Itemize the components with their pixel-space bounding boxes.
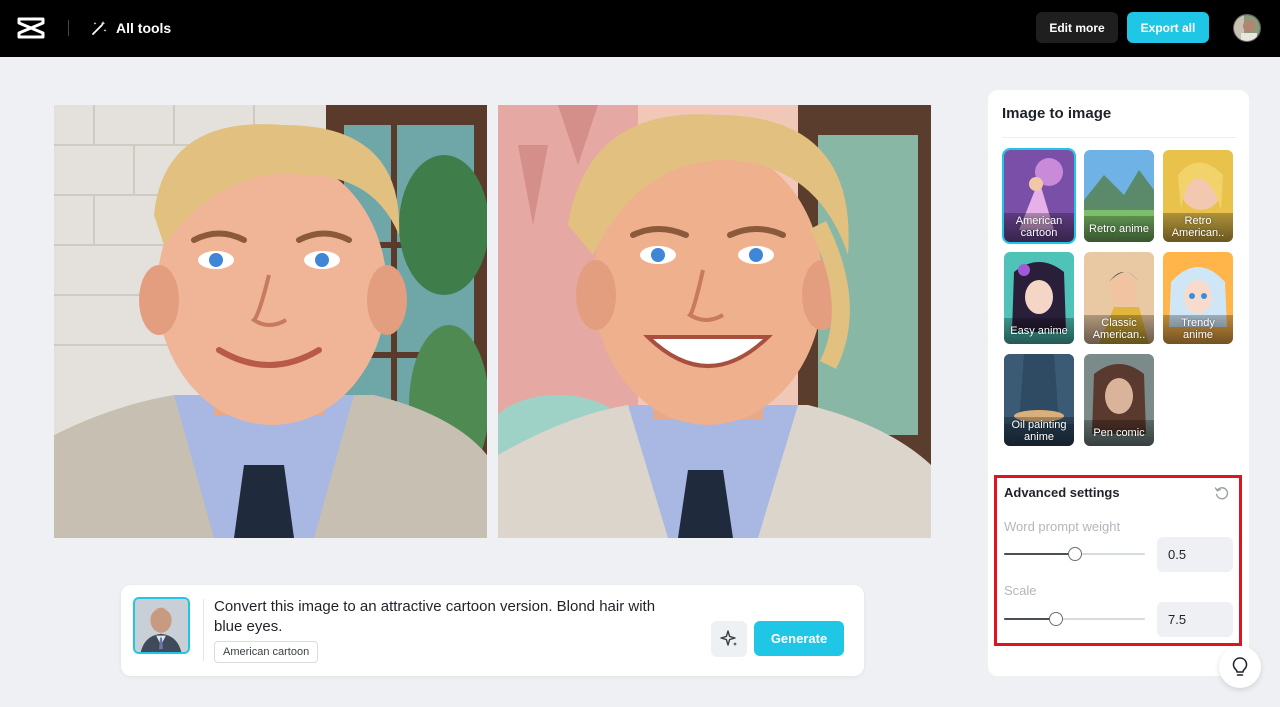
scale-input[interactable]: 7.5	[1157, 602, 1233, 637]
magic-wand-icon	[92, 21, 107, 35]
all-tools-button[interactable]: All tools	[90, 18, 171, 38]
word-prompt-weight-input[interactable]: 0.5	[1157, 537, 1233, 572]
style-oil-painting-anime[interactable]: Oil painting anime	[1004, 354, 1074, 446]
style-label: Classic American..	[1084, 315, 1154, 344]
edit-more-button[interactable]: Edit more	[1036, 12, 1118, 43]
style-classic-american[interactable]: Classic American..	[1084, 252, 1154, 344]
reset-icon[interactable]	[1214, 485, 1230, 501]
scale-slider[interactable]	[1004, 612, 1145, 626]
style-tag[interactable]: American cartoon	[214, 641, 319, 663]
style-retro-anime[interactable]: Retro anime	[1084, 150, 1154, 242]
style-label: Trendy anime	[1163, 315, 1233, 344]
style-pen-comic[interactable]: Pen comic	[1084, 354, 1154, 446]
original-image[interactable]	[54, 105, 487, 538]
style-label: Oil painting anime	[1004, 417, 1074, 446]
style-label: Retro anime	[1084, 216, 1154, 242]
user-avatar[interactable]	[1233, 14, 1261, 42]
style-label: Easy anime	[1004, 318, 1074, 344]
prompt-bar: Convert this image to an attractive cart…	[121, 585, 864, 676]
style-label: American cartoon	[1004, 213, 1074, 242]
sparkle-icon	[720, 630, 737, 646]
prompt-divider	[203, 599, 204, 661]
prompt-input[interactable]: Convert this image to an attractive cart…	[214, 597, 684, 637]
generate-button[interactable]: Generate	[754, 621, 844, 656]
word-prompt-weight-label: Word prompt weight	[1004, 519, 1121, 534]
lightbulb-icon	[1232, 657, 1248, 676]
style-trendy-anime[interactable]: Trendy anime	[1163, 252, 1233, 344]
scale-label: Scale	[1004, 583, 1037, 598]
style-easy-anime[interactable]: Easy anime	[1004, 252, 1074, 344]
style-retro-american[interactable]: Retro American..	[1163, 150, 1233, 242]
source-thumbnail[interactable]	[133, 597, 190, 654]
advanced-settings-title: Advanced settings	[1004, 485, 1120, 500]
word-prompt-weight-slider[interactable]	[1004, 547, 1145, 561]
slider-fill	[1004, 553, 1075, 555]
style-label: Retro American..	[1163, 213, 1233, 242]
panel-title: Image to image	[1002, 105, 1112, 122]
panel-divider	[1002, 137, 1236, 138]
style-label: Pen comic	[1084, 420, 1154, 446]
topbar-divider	[68, 20, 69, 36]
generated-image[interactable]	[498, 105, 931, 538]
slider-thumb[interactable]	[1067, 547, 1082, 561]
slider-thumb[interactable]	[1049, 612, 1064, 626]
all-tools-label: All tools	[116, 20, 172, 36]
capcut-logo-icon[interactable]	[17, 16, 45, 40]
tips-button[interactable]	[1219, 646, 1261, 688]
top-bar: All tools Edit more Export all	[0, 0, 1280, 57]
style-american-cartoon[interactable]: American cartoon	[1002, 148, 1076, 244]
enhance-prompt-button[interactable]	[711, 621, 747, 657]
export-all-button[interactable]: Export all	[1127, 12, 1209, 43]
